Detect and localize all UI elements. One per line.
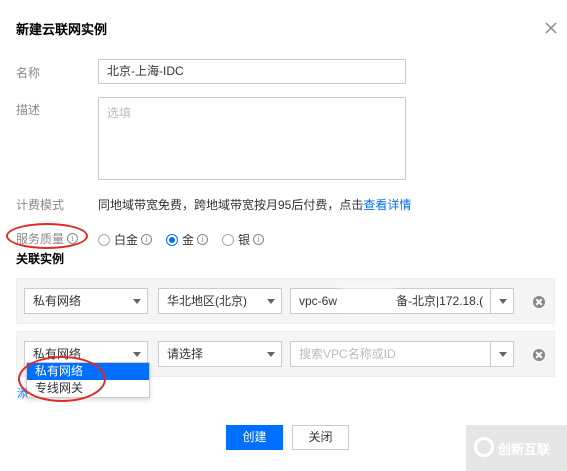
qos-option-label: 白金 (114, 233, 139, 247)
dropdown-option-vpc[interactable]: 私有网络 (27, 363, 149, 380)
instance-type-value: 私有网络 (33, 347, 82, 361)
region-select[interactable]: 请选择 (158, 341, 282, 367)
region-select[interactable]: 华北地区(北京) (158, 288, 282, 314)
instance-type-dropdown: 私有网络 专线网关 (26, 362, 150, 398)
chevron-down-icon (499, 352, 507, 357)
chevron-down-icon (499, 299, 507, 304)
name-label: 名称 (16, 66, 41, 80)
watermark: 创新互联 (466, 425, 567, 471)
vpc-select[interactable]: vpc-6w 备-北京|172.18.( (290, 288, 514, 314)
watermark-logo-icon (474, 437, 494, 457)
qos-option-label: 银 (238, 233, 251, 247)
billing-text: 同地域带宽免费，跨地域带宽按月95后付费，点击 (98, 198, 364, 212)
qos-radio-group: 白金 i 金 i 银 i (98, 231, 278, 248)
info-icon[interactable]: i (197, 234, 209, 245)
region-value: 请选择 (167, 347, 204, 361)
description-label: 描述 (16, 103, 41, 117)
billing-label: 计费模式 (16, 198, 65, 212)
dropdown-option-dc-gateway[interactable]: 专线网关 (27, 380, 149, 397)
dialog-title: 新建云联网实例 (16, 22, 108, 37)
info-icon[interactable]: i (67, 233, 79, 244)
vpc-search-placeholder: 搜索VPC名称或ID (299, 347, 396, 361)
radio-icon (222, 233, 235, 246)
description-textarea[interactable]: 选填 (98, 97, 406, 180)
qos-label: 服务质量 (16, 232, 65, 246)
radio-checked-icon (166, 233, 179, 246)
chevron-down-icon (133, 299, 141, 304)
watermark-text: 创新互联 (498, 442, 551, 457)
divider (490, 289, 491, 313)
instance-type-value: 私有网络 (33, 294, 82, 308)
vpc-value: vpc-6w (299, 294, 338, 308)
create-button[interactable]: 创建 (226, 425, 283, 450)
divider (490, 342, 491, 366)
close-icon[interactable] (543, 20, 559, 36)
radio-icon (98, 233, 110, 246)
chevron-down-icon (267, 299, 275, 304)
close-button[interactable]: 关闭 (292, 425, 349, 450)
instance-type-select[interactable]: 私有网络 (24, 288, 148, 314)
info-icon[interactable]: i (253, 234, 265, 245)
vpc-search-select[interactable]: 搜索VPC名称或ID (290, 341, 514, 367)
billing-description: 同地域带宽免费，跨地域带宽按月95后付费，点击查看详情 (98, 196, 411, 213)
name-input[interactable]: 北京-上海-IDC (98, 59, 406, 84)
create-ccn-dialog: 新建云联网实例 名称 北京-上海-IDC 描述 选填 计费模式 同地域带宽免费，… (0, 0, 567, 471)
remove-row-icon[interactable] (533, 349, 545, 361)
add-instance-link[interactable]: 添 (17, 385, 28, 401)
qos-option-silver[interactable]: 银 i (222, 231, 265, 248)
chevron-down-icon (133, 352, 141, 357)
redaction-blur (340, 289, 396, 309)
qos-option-gold[interactable]: 金 i (166, 231, 209, 248)
associated-instances-title: 关联实例 (16, 252, 65, 266)
region-value: 华北地区(北京) (167, 294, 247, 308)
remove-row-icon[interactable] (533, 296, 545, 308)
qos-label-wrap: 服务质量 i (16, 230, 79, 247)
info-icon[interactable]: i (141, 234, 153, 245)
vpc-value-suffix: 备-北京|172.18.( (396, 294, 484, 308)
qos-option-platinum[interactable]: 白金 i (98, 231, 153, 248)
chevron-down-icon (267, 352, 275, 357)
qos-option-label: 金 (182, 233, 195, 247)
billing-details-link[interactable]: 查看详情 (363, 198, 411, 212)
